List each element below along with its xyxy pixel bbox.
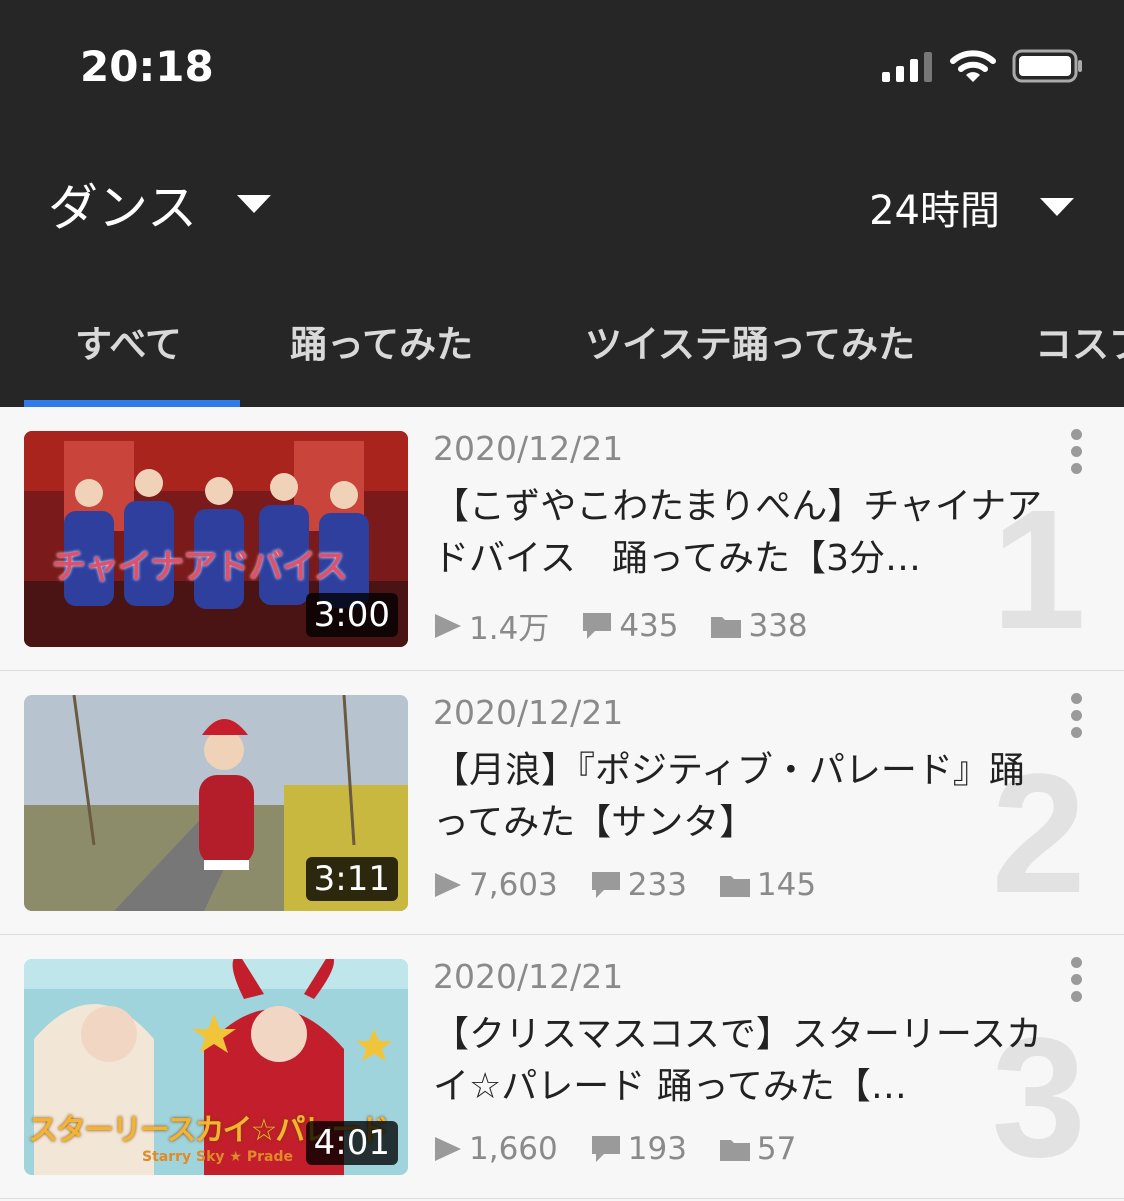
more-options-icon[interactable] xyxy=(1066,957,1086,1007)
signal-icon xyxy=(882,52,932,82)
play-icon xyxy=(435,1137,461,1161)
tab-odottemita[interactable]: 踊ってみた xyxy=(290,314,473,368)
play-icon xyxy=(435,613,461,638)
comment-icon xyxy=(583,612,612,639)
comment-count: 233 xyxy=(590,867,687,903)
header: 20:18 ダンス 24時間 すべて 踊ってみた ツイステ踊ってみた コスプ xyxy=(0,0,1124,407)
tab-all[interactable]: すべて xyxy=(75,314,182,368)
view-count: 7,603 xyxy=(433,867,558,903)
tab-cosplay[interactable]: コスプ xyxy=(1035,314,1124,368)
list-item[interactable]: 3:11 2 2020/12/21 【月浪】『ポジティブ・パレード』踊ってみた【… xyxy=(0,671,1124,935)
video-thumbnail[interactable]: チャイナアドバイス 3:00 xyxy=(24,431,408,647)
more-options-icon[interactable] xyxy=(1066,693,1086,743)
thumbnail-caption: チャイナアドバイス xyxy=(52,547,348,587)
chevron-down-icon xyxy=(1040,198,1074,216)
video-title: 【こずやこわたまりぺん】チャイナアドバイス 踊ってみた【3分… xyxy=(433,486,1043,579)
chevron-down-icon xyxy=(237,195,271,213)
comment-count: 193 xyxy=(590,1131,687,1167)
period-selector[interactable]: 24時間 xyxy=(869,178,1074,236)
genre-label: ダンス xyxy=(48,179,197,237)
duration-badge: 3:11 xyxy=(305,857,398,901)
more-options-icon[interactable] xyxy=(1066,429,1086,479)
video-stats: 1.4万 435 338 xyxy=(433,603,840,648)
view-count: 1.4万 xyxy=(433,603,549,648)
battery-icon xyxy=(1012,49,1082,83)
period-label: 24時間 xyxy=(869,188,1000,234)
post-date: 2020/12/21 xyxy=(433,957,624,996)
view-count: 1,660 xyxy=(433,1131,558,1167)
video-stats: 7,603 233 145 xyxy=(433,867,848,903)
post-date: 2020/12/21 xyxy=(433,693,624,732)
video-thumbnail[interactable]: スターリースカイ☆パレード Starry Sky ★ Prade 4:01 xyxy=(24,959,408,1175)
duration-badge: 3:00 xyxy=(305,593,398,637)
comment-icon xyxy=(591,1136,620,1162)
wifi-icon xyxy=(950,50,996,82)
category-tabs: すべて 踊ってみた ツイステ踊ってみた コスプ xyxy=(0,300,1124,407)
status-icons xyxy=(882,48,1084,84)
comment-count: 435 xyxy=(581,608,678,644)
genre-selector[interactable]: ダンス xyxy=(48,168,271,240)
duration-badge: 4:01 xyxy=(305,1121,398,1165)
video-thumbnail[interactable]: 3:11 xyxy=(24,695,408,911)
active-tab-indicator xyxy=(24,400,240,407)
folder-icon xyxy=(719,876,750,897)
list-item[interactable]: スターリースカイ☆パレード Starry Sky ★ Prade 4:01 3 … xyxy=(0,935,1124,1199)
list-item[interactable]: チャイナアドバイス 3:00 1 2020/12/21 【こずやこわたまりぺん】… xyxy=(0,407,1124,671)
mylist-count: 57 xyxy=(719,1131,796,1167)
folder-icon xyxy=(719,1140,750,1161)
comment-icon xyxy=(591,872,620,898)
mylist-count: 338 xyxy=(710,608,808,644)
video-title: 【クリスマスコスで】スターリースカイ☆パレード 踊ってみた【… xyxy=(433,1014,1043,1107)
tab-twisted-odottemita[interactable]: ツイステ踊ってみた xyxy=(585,314,915,368)
video-title: 【月浪】『ポジティブ・パレード』踊ってみた【サンタ】 xyxy=(433,750,1025,843)
ranking-list: チャイナアドバイス 3:00 1 2020/12/21 【こずやこわたまりぺん】… xyxy=(0,407,1124,1199)
play-icon xyxy=(435,873,461,897)
status-time: 20:18 xyxy=(80,42,214,91)
thumbnail-subcaption: Starry Sky ★ Prade xyxy=(142,1149,293,1165)
post-date: 2020/12/21 xyxy=(433,429,624,468)
mylist-count: 145 xyxy=(719,867,816,903)
video-stats: 1,660 193 57 xyxy=(433,1131,828,1167)
folder-icon xyxy=(711,616,742,638)
